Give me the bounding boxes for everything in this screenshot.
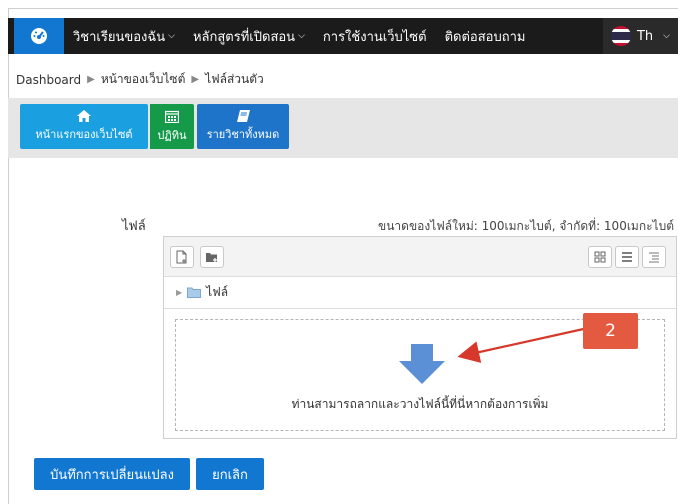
tree-view-icon [649, 252, 659, 263]
calendar-icon [165, 110, 179, 123]
site-home-label: หน้าแรกของเว็บไซต์ [35, 128, 133, 141]
nav-contact[interactable]: ติดต่อสอบถาม [436, 18, 535, 54]
nav-my-courses-label: วิชาเรียนของฉัน [73, 29, 166, 45]
view-list-button[interactable] [615, 246, 639, 268]
calendar-label: ปฏิทิน [157, 128, 187, 142]
cancel-button[interactable]: ยกเลิก [196, 458, 264, 490]
add-file-button[interactable] [170, 246, 194, 268]
caret-right-icon: ▶ [176, 288, 183, 297]
top-navbar: วิชาเรียนของฉัน ⌵ หลักสูตรที่เปิดสอน ⌵ ก… [8, 18, 678, 54]
create-folder-button[interactable] [200, 246, 224, 268]
nav-open-courses-label: หลักสูตรที่เปิดสอน [192, 29, 296, 45]
file-manager-toolbar [164, 237, 676, 277]
language-selector[interactable]: Th ⌵ [602, 18, 678, 54]
path-folder-label[interactable]: ไฟล์ [206, 283, 228, 302]
chevron-down-icon: ⌵ [298, 31, 305, 41]
breadcrumb-separator-icon: ▶ [191, 74, 200, 85]
dashboard-gauge-icon [31, 28, 47, 44]
download-arrow-icon [399, 344, 445, 384]
chevron-down-icon: ⌵ [168, 31, 175, 41]
all-courses-button[interactable]: รายวิชาทั้งหมด [197, 104, 289, 149]
breadcrumb-separator-icon: ▶ [87, 74, 95, 85]
folder-icon [187, 287, 202, 298]
dropzone-instructions: ท่านสามารถลากและวางไฟล์นี้ที่นี่หากต้องก… [291, 397, 549, 411]
language-label: Th [636, 28, 654, 44]
add-file-icon [176, 250, 187, 264]
nav-contact-label: ติดต่อสอบถาม [444, 29, 526, 45]
nav-site-usage-label: การใช้งานเว็บไซต์ [322, 29, 427, 45]
calendar-button[interactable]: ปฏิทิน [148, 104, 194, 149]
breadcrumb-site-pages[interactable]: หน้าของเว็บไซต์ [101, 70, 186, 89]
nav-my-courses[interactable]: วิชาเรียนของฉัน ⌵ [64, 18, 184, 54]
list-view-icon [622, 252, 632, 262]
quick-button-bar: หน้าแรกของเว็บไซต์ ปฏิทิน รายวิชาทั้งหมด [8, 98, 678, 158]
nav-open-courses[interactable]: หลักสูตรที่เปิดสอน ⌵ [184, 18, 314, 54]
add-folder-icon [206, 253, 217, 262]
site-home-button[interactable]: หน้าแรกของเว็บไซต์ [20, 104, 148, 149]
view-tree-button[interactable] [642, 246, 666, 268]
dashboard-button[interactable] [14, 18, 64, 54]
files-label: ไฟล์ [122, 219, 146, 234]
save-changes-button[interactable]: บันทึกการเปลี่ยนแปลง [34, 458, 190, 490]
file-path-bar: ▶ ไฟล์ [164, 277, 676, 309]
view-icons-button[interactable] [588, 246, 612, 268]
book-icon [236, 110, 250, 122]
chevron-down-icon: ⌵ [663, 31, 670, 41]
nav-site-usage[interactable]: การใช้งานเว็บไซต์ [314, 18, 436, 54]
grid-view-icon [594, 251, 606, 263]
breadcrumb: Dashboard ▶ หน้าของเว็บไซต์ ▶ ไฟล์ส่วนตั… [16, 70, 264, 89]
breadcrumb-dashboard[interactable]: Dashboard [16, 73, 81, 87]
home-icon [77, 110, 91, 122]
annotation-step-badge: 2 [583, 313, 638, 349]
file-size-info: ขนาดของไฟล์ใหม่: 100เมกะไบต์, จำกัดที่: … [378, 219, 674, 233]
breadcrumb-private-files: ไฟล์ส่วนตัว [205, 72, 264, 86]
thai-flag-icon [610, 26, 631, 46]
all-courses-label: รายวิชาทั้งหมด [206, 128, 280, 141]
